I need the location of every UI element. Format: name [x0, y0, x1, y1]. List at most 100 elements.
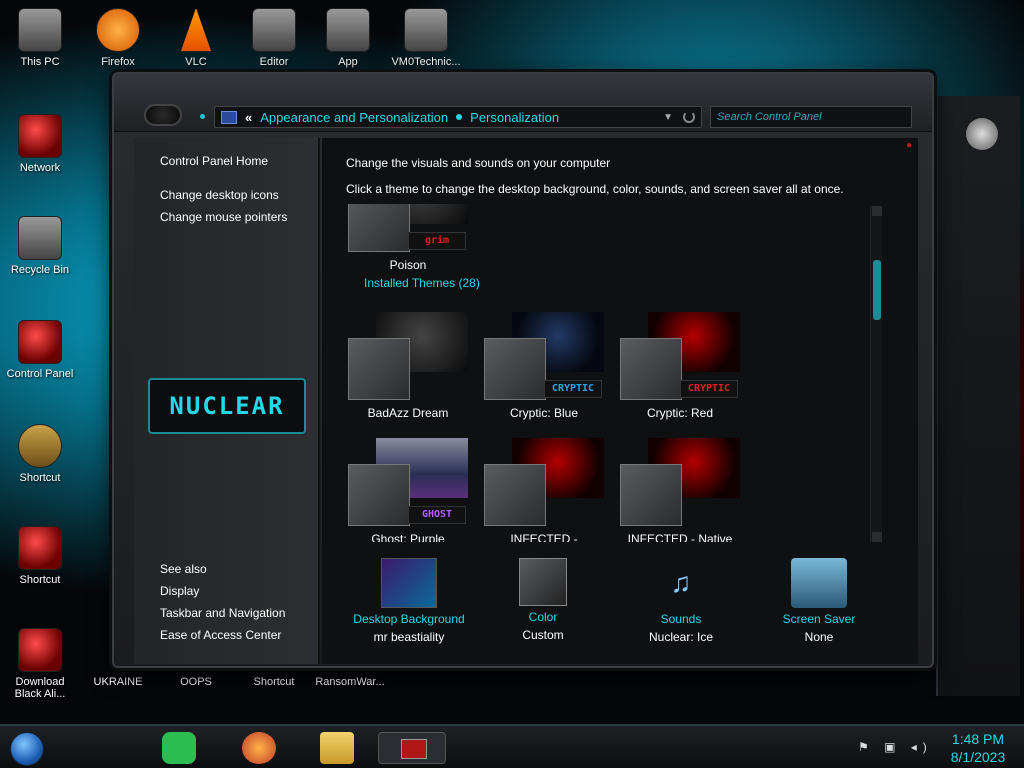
theme-preview: GHOST	[344, 438, 472, 528]
theme-infected-native[interactable]: INFECTED - Native	[616, 438, 744, 542]
desktop-icon-label: Firefox	[101, 56, 135, 68]
desktop-icon-firefox[interactable]: Firefox	[80, 8, 156, 68]
main-content: ● Change the visuals and sounds on your …	[322, 138, 918, 664]
sidebar-link-ease-of-access[interactable]: Ease of Access Center	[160, 628, 285, 642]
taskbar-app-green-icon[interactable]	[162, 732, 196, 764]
desktop-icon-shortcut[interactable]: Shortcut	[236, 676, 312, 688]
sidebar-link-desktop-icons[interactable]: Change desktop icons	[160, 188, 287, 202]
app-icon	[326, 8, 370, 52]
desktop-background-value: mr beastiality	[373, 630, 445, 644]
desktop-icon-label: App	[338, 56, 358, 68]
theme-infected[interactable]: INFECTED -	[480, 438, 608, 542]
hex-editor-icon	[252, 8, 296, 52]
theme-ghost-purple[interactable]: GHOST Ghost: Purple	[344, 438, 472, 542]
taskbar-control-panel-button[interactable]	[378, 732, 446, 764]
theme-preview: grim	[344, 204, 472, 254]
theme-color-swatch	[348, 464, 410, 526]
desktop-icon-editor[interactable]: Editor	[236, 8, 312, 68]
theme-badge: CRYPTIC	[544, 380, 602, 398]
color-swatch-icon	[519, 558, 567, 606]
desktop-icon-label: Shortcut	[19, 472, 61, 484]
color-button[interactable]: Color Custom	[478, 558, 608, 642]
system-tray[interactable]: ⚑ ▣ ◂)	[858, 740, 933, 754]
breadcrumb-separator-icon[interactable]	[456, 114, 463, 120]
desktop-background-button[interactable]: Desktop Background mr beastiality	[344, 558, 474, 644]
theme-preview: CRYPTIC	[480, 312, 608, 402]
theme-badge: GHOST	[408, 506, 466, 524]
search-box[interactable]	[710, 106, 912, 128]
theme-name: Ghost: Purple	[371, 532, 445, 542]
desktop-icon-ransomware[interactable]: RansomWar...	[312, 676, 388, 688]
address-bar[interactable]: « Appearance and Personalization Persona…	[214, 106, 702, 128]
back-forward-buttons[interactable]	[144, 104, 182, 126]
desktop-icon-this-pc[interactable]: This PC	[2, 8, 78, 68]
alien-logo-icon	[966, 118, 998, 150]
desktop-icon-recycle-bin[interactable]: Recycle Bin	[2, 216, 78, 276]
desktop-icon-control-panel[interactable]: Control Panel	[2, 320, 78, 380]
taskbar-firefox-icon[interactable]	[242, 732, 276, 764]
clock-time: 1:48 PM	[951, 731, 1005, 747]
theme-preview	[344, 312, 472, 402]
theme-badge: CRYPTIC	[680, 380, 738, 398]
theme-preview	[480, 438, 608, 528]
screen-saver-title: Screen Saver	[782, 612, 856, 626]
page-title: Change the visuals and sounds on your co…	[346, 156, 611, 170]
address-dropdown-icon[interactable]: ▼	[663, 112, 673, 123]
desktop-icon-ukraine[interactable]: UKRAINE	[80, 676, 156, 688]
window-titlebar: « Appearance and Personalization Persona…	[114, 74, 932, 132]
vlc-icon	[180, 8, 212, 52]
desktop-icon-oops[interactable]: OOPS	[158, 676, 234, 688]
theme-poison[interactable]: grim Poison	[344, 204, 472, 272]
theme-cryptic-blue[interactable]: CRYPTIC Cryptic: Blue	[480, 312, 608, 420]
alien-icon	[18, 628, 62, 672]
sounds-value: Nuclear: Ice	[648, 630, 714, 644]
theme-preview: CRYPTIC	[616, 312, 744, 402]
desktop-icon-shortcut[interactable]: Shortcut	[2, 424, 78, 484]
taskbar-file-explorer-icon[interactable]	[320, 732, 354, 764]
scroll-down-icon[interactable]	[872, 532, 882, 542]
theme-name: Poison	[389, 258, 427, 272]
sidebar-link-control-panel-home[interactable]: Control Panel Home	[160, 154, 287, 168]
desktop-icon-shortcut[interactable]: Shortcut	[2, 526, 78, 586]
start-button[interactable]	[10, 732, 44, 766]
help-icon[interactable]: ●	[906, 140, 912, 151]
screen-saver-button[interactable]: Screen Saver None	[754, 558, 884, 644]
theme-name: INFECTED -	[510, 532, 578, 542]
theme-color-swatch	[620, 338, 682, 400]
system-monitor-gadget	[936, 96, 1020, 696]
desktop-icon-network[interactable]: Network	[2, 114, 78, 174]
money-bag-icon	[18, 424, 62, 468]
sounds-button[interactable]: ♫ Sounds Nuclear: Ice	[616, 558, 746, 644]
breadcrumb-overflow-icon[interactable]: «	[245, 110, 252, 125]
sounds-title: Sounds	[660, 612, 702, 626]
theme-cryptic-red[interactable]: CRYPTIC Cryptic: Red	[616, 312, 744, 420]
recent-pages-dot-icon[interactable]	[200, 114, 205, 119]
clock-date: 8/1/2023	[950, 749, 1006, 765]
refresh-icon[interactable]	[683, 111, 695, 123]
theme-preview	[616, 438, 744, 528]
theme-badazz-dream[interactable]: BadAzz Dream	[344, 312, 472, 420]
computer-icon	[18, 8, 62, 52]
sidebar-link-display[interactable]: Display	[160, 584, 285, 598]
theme-color-swatch	[484, 464, 546, 526]
sidebar-see-also: See also Display Taskbar and Navigation …	[160, 562, 285, 650]
breadcrumb-appearance[interactable]: Appearance and Personalization	[260, 110, 448, 125]
desktop-icon-download[interactable]: Download Black Ali...	[2, 628, 78, 700]
vm-icon	[404, 8, 448, 52]
sidebar-link-taskbar[interactable]: Taskbar and Navigation	[160, 606, 285, 620]
theme-name: BadAzz Dream	[367, 406, 449, 420]
search-input[interactable]	[717, 111, 911, 123]
sidebar-link-mouse-pointers[interactable]: Change mouse pointers	[160, 210, 287, 224]
breadcrumb-personalization[interactable]: Personalization	[470, 110, 559, 125]
desktop-icon-vm[interactable]: VM0Technic...	[388, 8, 464, 68]
themes-list: grim Poison Installed Themes (28) BadAzz…	[344, 204, 884, 542]
scroll-up-icon[interactable]	[872, 206, 882, 216]
desktop-icon-app[interactable]: App	[310, 8, 386, 68]
taskbar-clock[interactable]: 1:48 PM 8/1/2023	[940, 730, 1016, 766]
scrollbar-thumb[interactable]	[873, 260, 881, 320]
themes-scrollbar[interactable]	[870, 206, 882, 542]
desktop-icon-label: OOPS	[180, 676, 212, 688]
theme-color-swatch	[484, 338, 546, 400]
red-monster-icon	[18, 526, 62, 570]
desktop-icon-vlc[interactable]: VLC	[158, 8, 234, 68]
